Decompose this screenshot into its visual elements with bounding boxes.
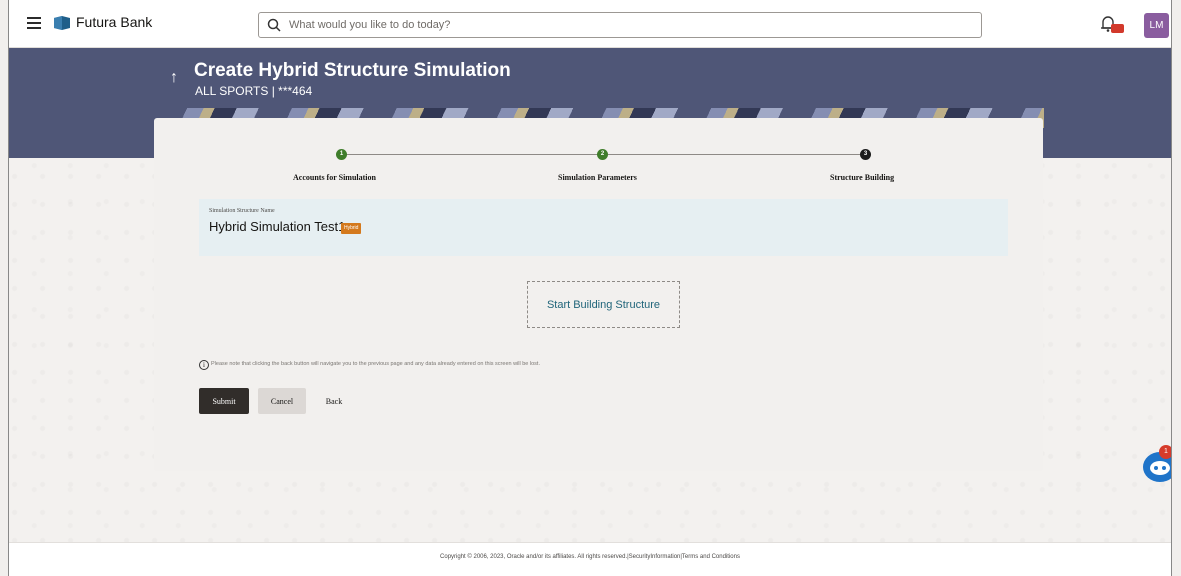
search-input[interactable] — [289, 16, 969, 34]
step-3-indicator: 3 — [860, 149, 871, 160]
chat-badge: 1 — [1159, 445, 1171, 459]
step-connector — [344, 154, 602, 155]
bank-logo-icon — [54, 16, 70, 30]
page-subtitle: ALL SPORTS | ***464 — [195, 84, 313, 98]
simulation-name-panel: Simulation Structure Name Hybrid Simulat… — [199, 199, 1008, 256]
chatbot-launcher[interactable]: 1 — [1141, 445, 1171, 484]
start-building-structure-button[interactable]: Start Building Structure — [527, 281, 680, 328]
info-note-text: Please note that clicking the back butto… — [211, 361, 540, 367]
page-title: Create Hybrid Structure Simulation — [194, 60, 511, 81]
search-icon — [267, 18, 281, 32]
step-3-label: Structure Building — [830, 173, 895, 182]
page-footer: Copyright © 2006, 2023, Oracle and/or it… — [9, 542, 1171, 576]
step-connector — [608, 154, 864, 155]
stepper: 1 2 3 Accounts for Simulation Simulation… — [154, 146, 1043, 186]
back-button[interactable]: Back — [314, 388, 354, 414]
info-note: i Please note that clicking the back but… — [199, 360, 799, 372]
footer-text: Copyright © 2006, 2023, Oracle and/or it… — [440, 554, 740, 560]
notification-badge — [1111, 24, 1124, 33]
step-1-indicator: 1 — [336, 149, 347, 160]
app-frame: Futura Bank LM ↑ Create Hybrid Structure… — [8, 0, 1172, 576]
user-avatar[interactable]: LM — [1144, 13, 1169, 38]
submit-button[interactable]: Submit — [199, 388, 249, 414]
hamburger-menu-icon[interactable] — [27, 17, 41, 29]
hybrid-badge: Hybrid — [341, 223, 362, 234]
step-2-indicator: 2 — [597, 149, 608, 160]
simulation-name-value: Hybrid Simulation Test1 — [209, 219, 346, 234]
search-bar[interactable] — [258, 12, 982, 38]
step-1-label[interactable]: Accounts for Simulation — [293, 173, 376, 182]
brand-name[interactable]: Futura Bank — [76, 14, 152, 30]
cancel-button[interactable]: Cancel — [258, 388, 306, 414]
simulation-name-label: Simulation Structure Name — [209, 208, 275, 214]
step-2-label[interactable]: Simulation Parameters — [558, 173, 637, 182]
top-header: Futura Bank LM — [9, 0, 1171, 48]
main-card: 1 2 3 Accounts for Simulation Simulation… — [154, 118, 1043, 471]
info-icon: i — [199, 360, 209, 370]
back-arrow-icon[interactable]: ↑ — [170, 69, 178, 87]
